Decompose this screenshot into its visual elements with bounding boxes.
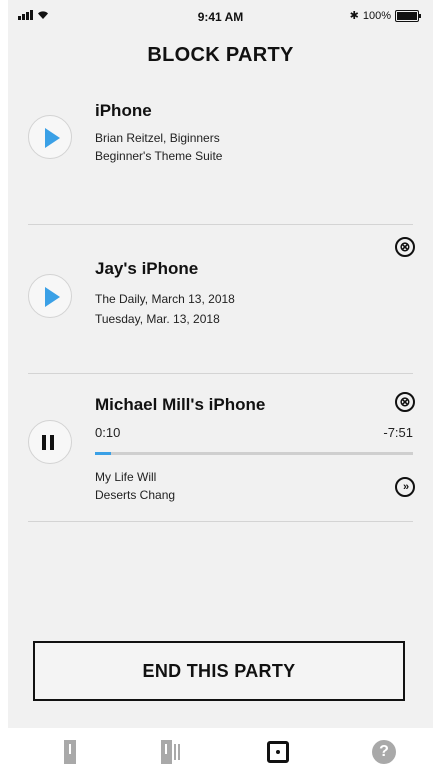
remove-device-button[interactable]: ⊗ — [395, 392, 415, 412]
tab-phone-icon[interactable] — [56, 738, 86, 768]
track-line-2: Beginner's Theme Suite — [95, 149, 223, 163]
tab-multi-phone-icon[interactable] — [156, 738, 186, 768]
device-row: iPhone Brian Reitzel, Biginners Beginner… — [28, 96, 413, 225]
track-line-2: Tuesday, Mar. 13, 2018 — [95, 312, 220, 326]
remove-device-button[interactable]: ⊗ — [395, 237, 415, 257]
app-screen: 9:41 AM ✱ 100% BLOCK PARTY iPhone Brian … — [8, 0, 433, 782]
status-bar: 9:41 AM ✱ 100% — [8, 0, 433, 34]
device-name: Jay's iPhone — [95, 259, 199, 278]
device-row-playing: ⊗ Michael Mill's iPhone 0:10 -7:51 My Li… — [28, 373, 415, 522]
progress-fill — [95, 452, 111, 455]
device-row: ⊗ Jay's iPhone The Daily, March 13, 2018… — [28, 224, 415, 374]
device-name: iPhone — [95, 101, 152, 120]
track-line-1: The Daily, March 13, 2018 — [95, 292, 235, 306]
play-button[interactable] — [28, 115, 72, 159]
battery-percent: 100% — [362, 9, 391, 22]
track-line-2: Deserts Chang — [95, 488, 176, 502]
battery-icon — [395, 9, 421, 22]
tab-help-icon[interactable]: ? — [370, 738, 400, 768]
track-line-1: Brian Reitzel, Biginners — [95, 131, 220, 145]
play-icon — [45, 287, 60, 307]
skip-forward-button[interactable]: » — [395, 477, 415, 497]
play-button[interactable] — [28, 274, 72, 318]
tab-bar: ? — [8, 728, 433, 782]
play-icon — [45, 128, 60, 148]
status-right: ✱ 100% — [349, 9, 421, 22]
device-name: Michael Mill's iPhone — [95, 395, 266, 414]
pause-icon — [42, 435, 46, 450]
page-title: BLOCK PARTY — [147, 44, 294, 66]
end-party-button[interactable]: END THIS PARTY — [33, 641, 405, 701]
elapsed-time: 0:10 — [95, 425, 121, 440]
remaining-time: -7:51 — [383, 425, 413, 440]
bluetooth-icon: ✱ — [349, 10, 359, 22]
tab-party-icon[interactable] — [264, 738, 294, 768]
progress-bar[interactable] — [95, 452, 413, 455]
track-line-1: My Life Will — [95, 470, 157, 484]
pause-button[interactable] — [28, 420, 72, 464]
